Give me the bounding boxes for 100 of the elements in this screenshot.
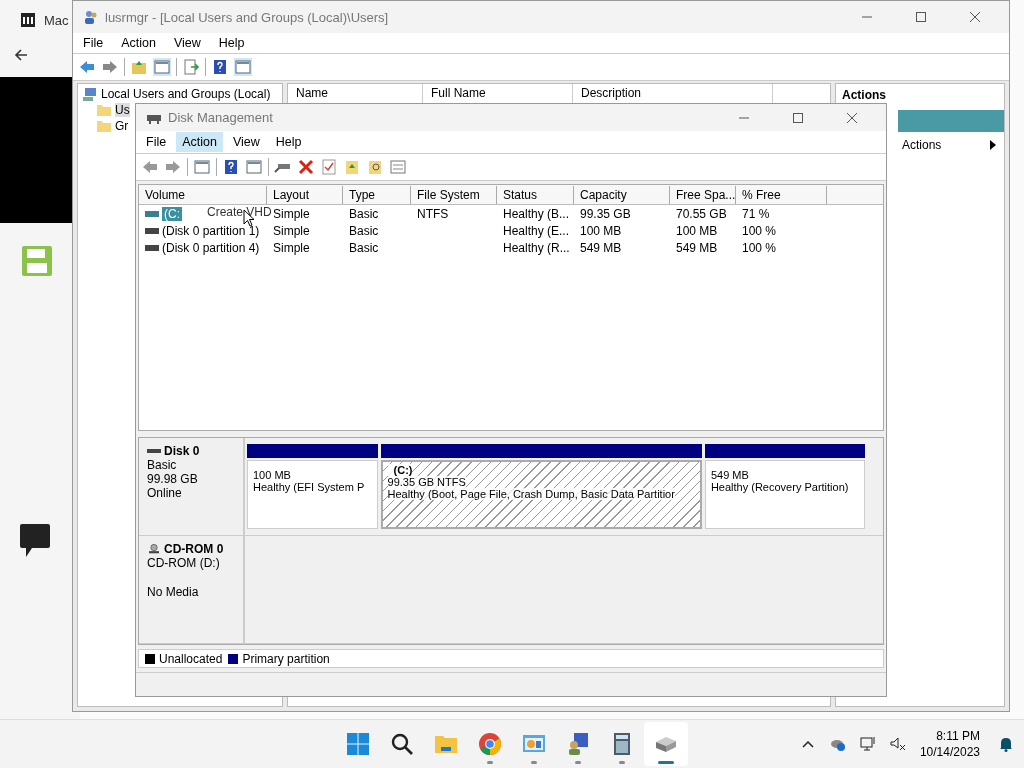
tree-item[interactable]: Us — [115, 103, 130, 117]
computer-icon — [82, 86, 98, 102]
column-header[interactable]: Volume — [139, 185, 267, 204]
bell-icon[interactable] — [998, 736, 1014, 753]
start-icon[interactable] — [346, 732, 370, 757]
menu-item[interactable]: Help — [269, 132, 308, 152]
partition-size: 549 MB — [710, 469, 750, 481]
maximize-icon[interactable] — [915, 11, 927, 23]
table-cell: Basic — [349, 223, 379, 238]
column-header[interactable]: Capacity — [574, 185, 670, 204]
close-icon[interactable] — [969, 11, 981, 23]
table-cell: Healthy (E... — [503, 223, 570, 238]
window-title: Disk Management — [168, 110, 273, 125]
table-cell: Healthy (B... — [503, 206, 570, 221]
table-cell: (Disk 0 partition 4) — [162, 240, 260, 255]
export-icon[interactable] — [182, 58, 200, 76]
legend-label: Unallocated — [159, 651, 223, 666]
table-cell: Healthy (R... — [503, 240, 570, 255]
panel-icon[interactable] — [245, 158, 263, 176]
tab-title[interactable]: Mac — [44, 12, 69, 28]
close-icon[interactable] — [846, 111, 858, 124]
actions-header: Actions — [841, 87, 887, 104]
running-indicator — [658, 761, 674, 765]
menu-item[interactable]: Action — [176, 132, 223, 152]
partition-size: 99.35 GB NTFS — [387, 476, 466, 488]
table-cell: Simple — [273, 223, 310, 238]
panel-icon[interactable] — [193, 158, 211, 176]
table-cell: 100 % — [742, 240, 777, 255]
window-title: lusrmgr - [Local Users and Groups (Local)\Users] — [105, 9, 389, 25]
folder-icon — [96, 118, 112, 134]
search-icon[interactable] — [390, 732, 414, 757]
folder-icon — [96, 102, 112, 118]
users-icon[interactable] — [566, 732, 590, 757]
legend-label: Primary partition — [242, 651, 330, 666]
table-cell: Simple — [273, 240, 310, 255]
running-indicator — [575, 761, 581, 765]
menu-item[interactable]: Help — [218, 36, 245, 50]
muted-speaker-icon[interactable] — [889, 736, 906, 753]
network-icon[interactable] — [859, 736, 876, 753]
back-arrow-icon[interactable] — [12, 47, 30, 63]
column-header[interactable]: File System — [411, 185, 497, 204]
menu-item[interactable]: File — [140, 132, 173, 152]
table-cell: Basic — [349, 240, 379, 255]
menu-item[interactable]: View — [173, 36, 201, 50]
disk-detail: 99.98 GB — [147, 472, 199, 486]
partition-block[interactable]: 549 MB Healthy (Recovery Partition) — [704, 444, 865, 529]
menu-item[interactable]: Action — [121, 36, 156, 50]
tree-item[interactable]: Gr — [115, 119, 129, 133]
help-icon[interactable] — [211, 58, 229, 76]
maximize-icon[interactable] — [792, 111, 804, 124]
table-cell: (Disk 0 partition 1) — [162, 223, 260, 238]
disk-detail: Basic — [147, 458, 178, 472]
table-cell: 549 MB — [580, 240, 622, 255]
column-header[interactable]: % Free — [736, 185, 827, 204]
menu-item[interactable]: File — [83, 36, 104, 50]
partition-block[interactable]: 100 MB Healthy (EFI System P — [247, 444, 378, 529]
panel-icon[interactable] — [234, 58, 252, 76]
disk-info-panel[interactable]: CD-ROM 0 CD-ROM (D:) No Media — [139, 536, 245, 643]
volume-icon — [145, 226, 159, 235]
table-cell: 100 MB — [676, 223, 718, 238]
action-item[interactable]: Actions — [902, 138, 942, 152]
menu-item[interactable]: View — [226, 132, 266, 152]
table-cell: 100 MB — [580, 223, 622, 238]
disk-detail: No Media — [147, 585, 200, 599]
checklist-icon[interactable] — [320, 158, 338, 176]
partition-status: Healthy (Boot, Page File, Crash Dump, Basic Data Partitior — [387, 488, 675, 500]
clock-time[interactable]: 8:11 PM — [936, 729, 980, 744]
column-header[interactable]: Status — [497, 185, 574, 204]
disk-name: Disk 0 — [164, 444, 200, 458]
folder-up-icon[interactable] — [343, 158, 361, 176]
column-header[interactable]: Layout — [267, 185, 343, 204]
submenu-arrow-icon — [990, 140, 996, 150]
disk-detail: Online — [147, 486, 183, 500]
column-header[interactable]: Free Spa... — [670, 185, 736, 204]
delete-icon[interactable] — [297, 158, 315, 176]
tree-item[interactable]: Local Users and Groups (Local) — [101, 87, 271, 101]
drag-label: Create VHD — [205, 205, 274, 219]
panel-icon[interactable] — [153, 58, 171, 76]
back-icon[interactable] — [78, 58, 96, 76]
back-icon[interactable] — [141, 158, 159, 176]
partition-status: Healthy (EFI System P — [253, 481, 366, 493]
volume-icon — [145, 243, 159, 252]
forward-icon[interactable] — [101, 58, 119, 76]
help-icon[interactable] — [222, 158, 240, 176]
partition-label: (C:) — [387, 464, 413, 476]
browser-icon[interactable] — [478, 732, 502, 757]
museum-icon — [20, 12, 36, 28]
disk-info-panel[interactable]: Disk 0 Basic 99.98 GB Online — [139, 438, 245, 535]
table-cell: Simple — [273, 206, 310, 221]
disk-name: CD-ROM 0 — [164, 542, 224, 556]
clock-date[interactable]: 10/14/2023 — [919, 745, 980, 760]
cd-drive-icon — [147, 544, 161, 554]
table-cell: 549 MB — [676, 240, 718, 255]
running-indicator — [531, 761, 537, 765]
partition-block[interactable]: (C:) 99.35 GB NTFS Healthy (Boot, Page File, Crash Dump, Basic Data Partitior — [380, 444, 702, 529]
partition-status: Healthy (Recovery Partition) — [710, 481, 850, 493]
folder-search-icon[interactable] — [366, 158, 384, 176]
table-cell: NTFS — [417, 206, 449, 221]
forward-icon[interactable] — [164, 158, 182, 176]
column-header[interactable]: Type — [343, 185, 411, 204]
